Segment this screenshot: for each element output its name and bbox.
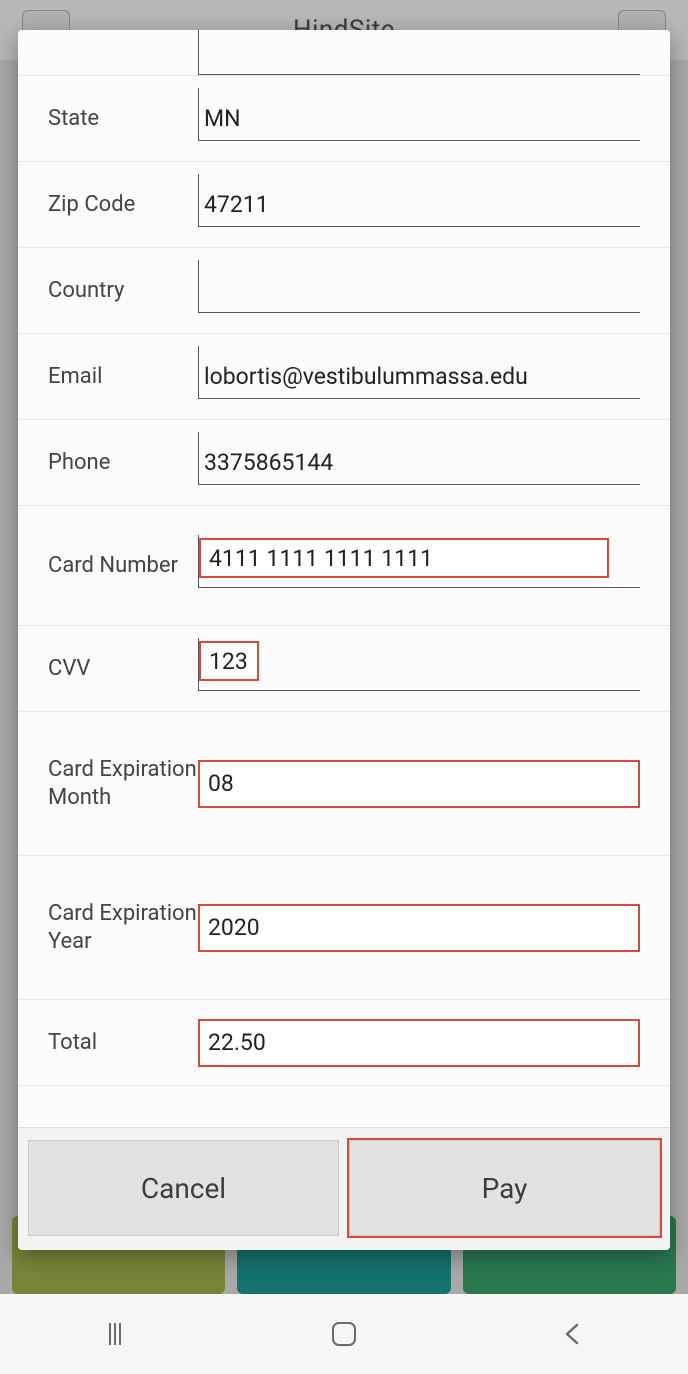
email-input[interactable] [204,363,634,390]
row-zip: Zip Code [18,162,670,248]
label-cvv: CVV [48,655,198,683]
exp-year-input[interactable] [208,914,630,941]
row-exp-year: Card Expiration Year [18,856,670,1000]
row-email: Email [18,334,670,420]
row-country: Country [18,248,670,334]
country-input[interactable] [204,277,634,304]
row-card-number: Card Number [18,506,670,626]
label-exp-month: Card Expiration Month [48,756,198,811]
label-phone: Phone [48,449,198,477]
android-navbar [0,1294,688,1374]
total-input[interactable] [208,1029,630,1056]
label-email: Email [48,363,198,391]
city-input[interactable] [204,39,634,66]
exp-month-input[interactable] [208,770,630,797]
label-card-number: Card Number [48,552,198,580]
phone-input[interactable] [204,449,634,476]
city-field-underline [198,30,640,75]
dialog-footer: Cancel Pay [18,1127,670,1250]
state-input[interactable] [204,105,634,132]
label-total: Total [48,1029,198,1057]
payment-dialog: City State Zip Code [18,30,670,1250]
payment-form: City State Zip Code [18,30,670,1127]
row-exp-month: Card Expiration Month [18,712,670,856]
card-number-input[interactable] [209,545,599,572]
row-state: State [18,76,670,162]
cvv-input[interactable] [209,648,249,675]
nav-back-icon[interactable] [558,1319,588,1349]
row-cvv: CVV [18,626,670,712]
row-total: Total [18,1000,670,1086]
cancel-button[interactable]: Cancel [28,1140,339,1236]
nav-recent-icon[interactable] [100,1319,130,1349]
row-phone: Phone [18,420,670,506]
label-country: Country [48,277,198,305]
zip-input[interactable] [204,191,634,218]
label-exp-year: Card Expiration Year [48,900,198,955]
pay-button[interactable]: Pay [349,1140,660,1236]
nav-home-icon[interactable] [329,1319,359,1349]
label-state: State [48,105,198,133]
row-city: City [18,30,670,76]
label-zip: Zip Code [48,191,198,219]
